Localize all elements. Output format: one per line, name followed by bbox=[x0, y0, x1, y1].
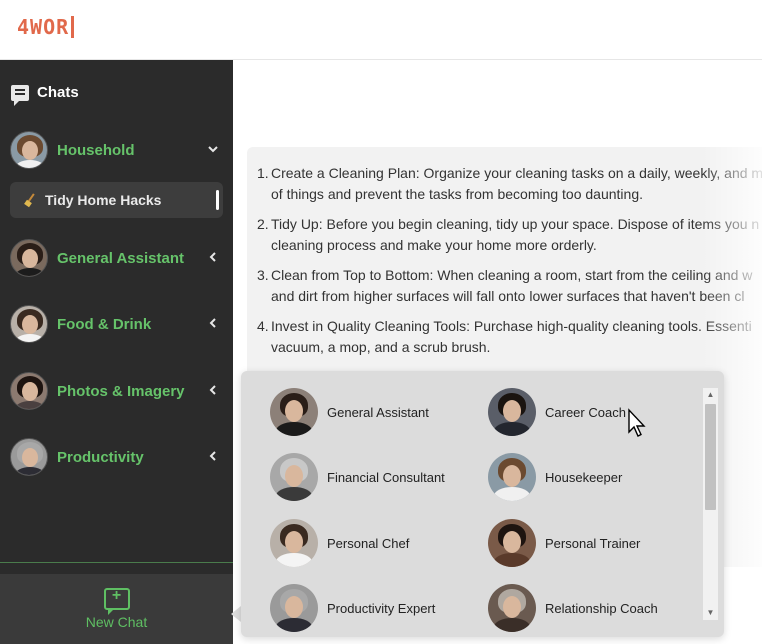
assistant-name: Financial Consultant bbox=[327, 469, 445, 485]
sidebar-divider bbox=[0, 562, 233, 563]
sidebar-category-label: Household bbox=[57, 141, 135, 159]
scroll-thumb[interactable] bbox=[705, 404, 716, 510]
list-item: 4. Invest in Quality Cleaning Tools: Purc… bbox=[257, 318, 752, 355]
sidebar-category-label: Productivity bbox=[57, 448, 144, 466]
assistant-option-financial-consultant[interactable]: Financial Consultant bbox=[270, 453, 445, 501]
broom-icon bbox=[25, 194, 37, 206]
assistant-avatar bbox=[270, 453, 318, 501]
sidebar: Chats Household Tidy Home Hacks General … bbox=[0, 60, 233, 644]
sidebar-category-label: Photos & Imagery bbox=[57, 382, 185, 400]
new-chat-button[interactable]: New Chat bbox=[0, 574, 233, 644]
assistant-name: Housekeeper bbox=[545, 469, 623, 485]
sidebar-category-general-assistant[interactable]: General Assistant bbox=[0, 238, 233, 278]
chat-item-tidy-home-hacks[interactable]: Tidy Home Hacks bbox=[10, 182, 223, 218]
chats-heading-label: Chats bbox=[37, 84, 79, 101]
chevron-left-icon[interactable] bbox=[193, 449, 233, 465]
assistant-avatar bbox=[270, 519, 318, 567]
new-chat-icon bbox=[103, 587, 130, 615]
scroll-up-arrow-icon[interactable]: ▲ bbox=[703, 388, 718, 402]
scroll-down-arrow-icon[interactable]: ▼ bbox=[703, 606, 718, 620]
sidebar-category-household[interactable]: Household bbox=[0, 130, 233, 170]
assistant-name: General Assistant bbox=[327, 404, 429, 420]
sidebar-category-label: General Assistant bbox=[57, 249, 184, 267]
assistant-option-relationship-coach[interactable]: Relationship Coach bbox=[488, 584, 658, 632]
assistant-name: Productivity Expert bbox=[327, 600, 436, 616]
sidebar-category-label: Food & Drink bbox=[57, 315, 152, 333]
assistant-name: Relationship Coach bbox=[545, 600, 658, 616]
productivity-avatar bbox=[10, 438, 48, 476]
photos-imagery-avatar bbox=[10, 372, 48, 410]
food-drink-avatar bbox=[10, 305, 48, 343]
assistant-option-productivity-expert[interactable]: Productivity Expert bbox=[270, 584, 435, 632]
general-assistant-avatar bbox=[10, 239, 48, 277]
message-list: 1. Create a Cleaning Plan: Organize your … bbox=[247, 147, 762, 358]
new-chat-label: New Chat bbox=[85, 614, 148, 630]
household-avatar bbox=[10, 131, 48, 169]
chats-heading: Chats bbox=[11, 84, 79, 106]
popup-scrollbar[interactable]: ▲ ▼ bbox=[703, 388, 718, 620]
chevron-down-icon[interactable] bbox=[193, 142, 233, 158]
list-item: 3. Clean from Top to Bottom: When cleanin… bbox=[257, 267, 753, 304]
assistant-avatar bbox=[488, 584, 536, 632]
popup-pointer bbox=[231, 606, 241, 622]
assistant-avatar bbox=[270, 388, 318, 436]
chat-item-label: Tidy Home Hacks bbox=[45, 192, 162, 208]
sidebar-category-photos-imagery[interactable]: Photos & Imagery bbox=[0, 371, 233, 411]
chevron-left-icon[interactable] bbox=[193, 383, 233, 399]
assistant-option-general-assistant[interactable]: General Assistant bbox=[270, 388, 429, 436]
app-logo[interactable]: 4WOR bbox=[17, 15, 75, 39]
assistant-option-housekeeper[interactable]: Housekeeper bbox=[488, 453, 622, 501]
active-indicator bbox=[216, 190, 219, 210]
assistant-avatar bbox=[270, 584, 318, 632]
assistant-option-career-coach[interactable]: Career Coach bbox=[488, 388, 626, 436]
logo-text: 4WOR bbox=[17, 15, 70, 39]
sidebar-category-food-drink[interactable]: Food & Drink bbox=[0, 304, 233, 344]
app-root: 4WOR Chats Household Tidy Home Hacks Gen… bbox=[0, 0, 762, 644]
logo-bar bbox=[71, 16, 75, 38]
assistant-name: Personal Chef bbox=[327, 535, 410, 551]
list-item: 2. Tidy Up: Before you begin cleaning, ti… bbox=[257, 216, 760, 253]
assistant-avatar bbox=[488, 453, 536, 501]
assistant-option-personal-trainer[interactable]: Personal Trainer bbox=[488, 519, 640, 567]
chevron-left-icon[interactable] bbox=[193, 250, 233, 266]
assistant-option-personal-chef[interactable]: Personal Chef bbox=[270, 519, 409, 567]
list-item: 1. Create a Cleaning Plan: Organize your … bbox=[257, 165, 762, 202]
assistant-avatar bbox=[488, 388, 536, 436]
top-header: 4WOR bbox=[0, 0, 762, 60]
assistant-name: Personal Trainer bbox=[545, 535, 641, 551]
assistant-avatar bbox=[488, 519, 536, 567]
chevron-left-icon[interactable] bbox=[193, 316, 233, 332]
assistant-name: Career Coach bbox=[545, 404, 626, 420]
chat-bubble-icon bbox=[11, 84, 29, 106]
assistant-picker-popup: General Assistant Career Coach Financial… bbox=[241, 371, 724, 637]
mouse-pointer-icon bbox=[628, 408, 646, 437]
sidebar-category-productivity[interactable]: Productivity bbox=[0, 437, 233, 477]
